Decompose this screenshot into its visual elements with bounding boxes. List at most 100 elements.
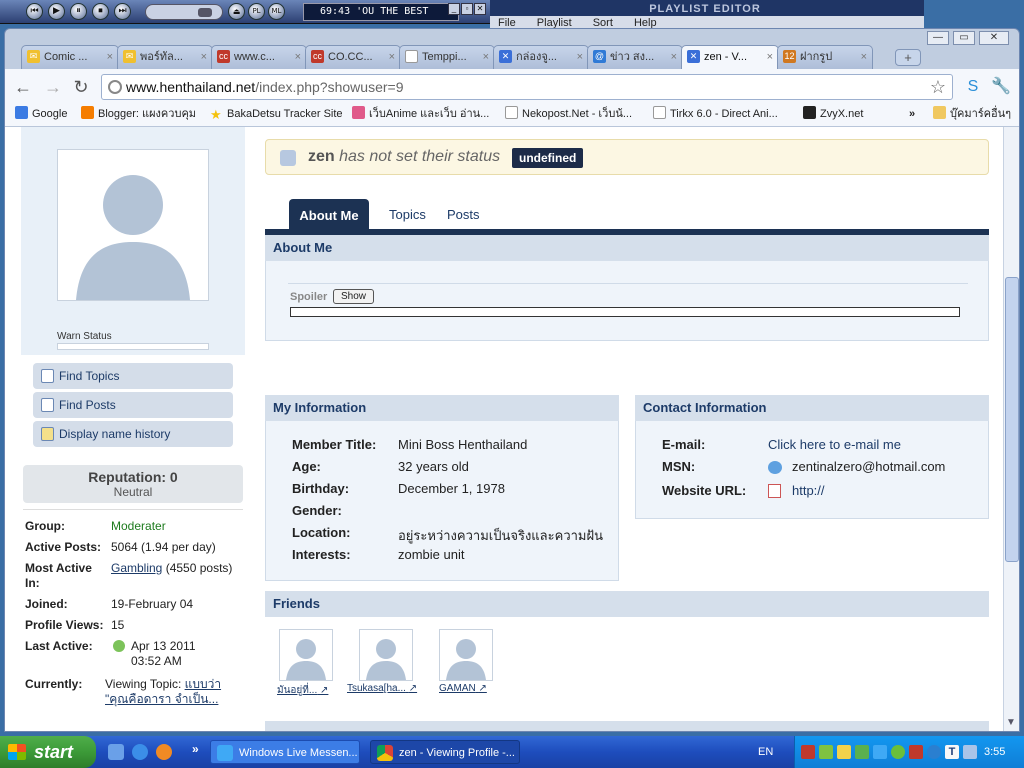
window-minimize-button[interactable]: — [927,31,949,45]
tab-close-icon[interactable]: × [671,46,677,68]
tracker-icon: ✕ [499,50,512,63]
new-tab-button[interactable]: + [895,49,921,66]
friend-name-link[interactable]: Tsukasa[ha... ↗ [347,683,417,694]
tab-posts[interactable]: Posts [447,201,480,229]
page-scrollbar[interactable]: ▼ [1003,127,1019,731]
page-info-icon[interactable] [108,80,122,94]
tab-close-icon[interactable]: × [295,46,301,68]
tab-close-icon[interactable]: × [483,46,489,68]
quicklaunch-overflow-button[interactable]: » [192,742,199,756]
tab-zen-profile[interactable]: ✕ zen - V... × [681,45,779,70]
mail-icon: ✉ [27,50,40,63]
play-button[interactable]: ▶ [48,3,65,20]
tab-temppi[interactable]: Temppi... × [399,45,495,69]
bookmark-google[interactable]: Google [15,103,67,125]
address-bar[interactable]: www.henthailand.net/index.php?showuser=9… [101,74,953,100]
bookmark-anime[interactable]: เว็บAnime และเว็บ อ่าน... [352,103,489,125]
window-maximize-button[interactable]: ▭ [953,31,975,45]
volume-slider[interactable] [145,4,223,20]
friend-name-link[interactable]: มันอยู่ที่... ↗ [277,683,328,698]
firefox-icon[interactable] [156,744,172,760]
close-icon[interactable]: ✕ [474,3,486,15]
stop-button[interactable]: ⏹ [92,3,109,20]
tray-app-icon[interactable] [819,745,833,759]
find-posts-link[interactable]: Find Posts [33,392,233,418]
tray-app-icon[interactable] [909,745,923,759]
shade-icon[interactable]: ▫ [461,3,473,15]
minimize-icon[interactable]: _ [448,3,460,15]
pause-button[interactable]: ⏸ [70,3,87,20]
ml-toggle-button[interactable]: ML [268,3,285,20]
tab-wwwc[interactable]: cc www.c... × [211,45,307,69]
show-desktop-icon[interactable] [108,744,124,760]
eject-button[interactable]: ⏏ [228,3,245,20]
bookmark-star-icon[interactable]: ☆ [930,75,946,99]
wrench-icon[interactable]: 🔧 [991,77,1011,97]
bookmark-blogger[interactable]: Blogger: แผงควบคุม [81,103,196,125]
skype-extension-icon[interactable]: S [963,77,983,97]
tab-close-icon[interactable]: × [201,46,207,68]
member-title-value: Mini Boss Henthailand [398,437,528,452]
tray-app-icon[interactable] [963,745,977,759]
scroll-down-icon[interactable]: ▼ [1006,717,1016,728]
bookmark-bakadetsu[interactable]: ★ BakaDetsu Tracker Site [210,103,343,125]
bookmark-nekopost[interactable]: Nekopost.Net - เว็บน้... [505,103,632,125]
utorrent-icon[interactable] [891,745,905,759]
tray-app-icon[interactable] [837,745,851,759]
friend-avatar[interactable] [279,629,333,681]
bookmark-label: Nekopost.Net - เว็บน้... [522,108,633,120]
tab-comic[interactable]: ✉ Comic ... × [21,45,119,69]
bookmark-tirkx[interactable]: Tirkx 6.0 - Direct Ani... [653,103,778,125]
tab-news[interactable]: @ ข่าว สง... × [587,45,683,69]
most-active-forum-link[interactable]: Gambling [111,561,162,575]
friend-name: GAMAN [439,683,476,694]
volume-knob[interactable] [198,8,212,17]
tab-inbox[interactable]: ✕ กล่องจู... × [493,45,589,69]
window-close-button[interactable]: ✕ [979,31,1009,45]
tray-app-icon[interactable] [927,745,941,759]
email-link[interactable]: Click here to e-mail me [768,437,901,452]
taskbar-chrome[interactable]: zen - Viewing Profile -... [370,740,520,764]
language-indicator[interactable]: EN [758,736,773,768]
previous-track-button[interactable]: ⏮ [26,3,43,20]
reload-icon[interactable]: ↻ [71,77,91,97]
cc-icon: cc [311,50,324,63]
tray-app-icon[interactable] [801,745,815,759]
tab-about-me[interactable]: About Me [289,199,369,231]
display-name-history-link[interactable]: Display name history [33,421,233,447]
tab-close-icon[interactable]: × [107,46,113,68]
default-avatar-icon [446,639,486,680]
tab-portal[interactable]: ✉ พอร์ทัล... × [117,45,213,69]
bookmark-zvyx[interactable]: ZvyX.net [803,103,863,125]
find-topics-link[interactable]: Find Topics [33,363,233,389]
tab-cocc[interactable]: cc CO.CC... × [305,45,401,69]
website-link[interactable]: http:// [792,483,825,498]
other-bookmarks[interactable]: บุ๊คมาร์คอื่นๆ [933,103,1011,125]
next-track-button[interactable]: ⏭ [114,3,131,20]
pl-toggle-button[interactable]: PL [248,3,265,20]
forward-icon[interactable]: → [43,77,63,97]
url-path: /index.php?showuser=9 [255,79,404,95]
bookmarks-overflow-button[interactable]: » [909,103,915,125]
friend-avatar[interactable] [359,629,413,681]
joined-label: Joined: [25,597,68,611]
internet-explorer-icon[interactable] [132,744,148,760]
taskbar-messenger[interactable]: Windows Live Messen... [210,740,360,764]
tab-close-icon[interactable]: × [577,46,583,68]
about-me-heading: About Me [265,235,989,261]
scrollbar-thumb[interactable] [1005,277,1019,562]
tray-app-icon[interactable] [855,745,869,759]
tray-t-icon[interactable]: T [945,745,959,759]
reputation-level: Neutral [113,485,153,499]
back-icon[interactable]: ← [13,77,33,97]
spoiler-show-button[interactable]: Show [333,289,375,304]
tab-close-icon[interactable]: × [389,46,395,68]
tab-close-icon[interactable]: × [767,46,773,68]
tray-app-icon[interactable] [873,745,887,759]
tab-topics[interactable]: Topics [389,201,426,229]
tab-photo-upload[interactable]: 12 ฝากรูป × [777,45,873,69]
friend-avatar[interactable] [439,629,493,681]
friend-name-link[interactable]: GAMAN ↗ [439,683,487,694]
tab-close-icon[interactable]: × [861,46,867,68]
start-button[interactable]: start [0,736,96,768]
